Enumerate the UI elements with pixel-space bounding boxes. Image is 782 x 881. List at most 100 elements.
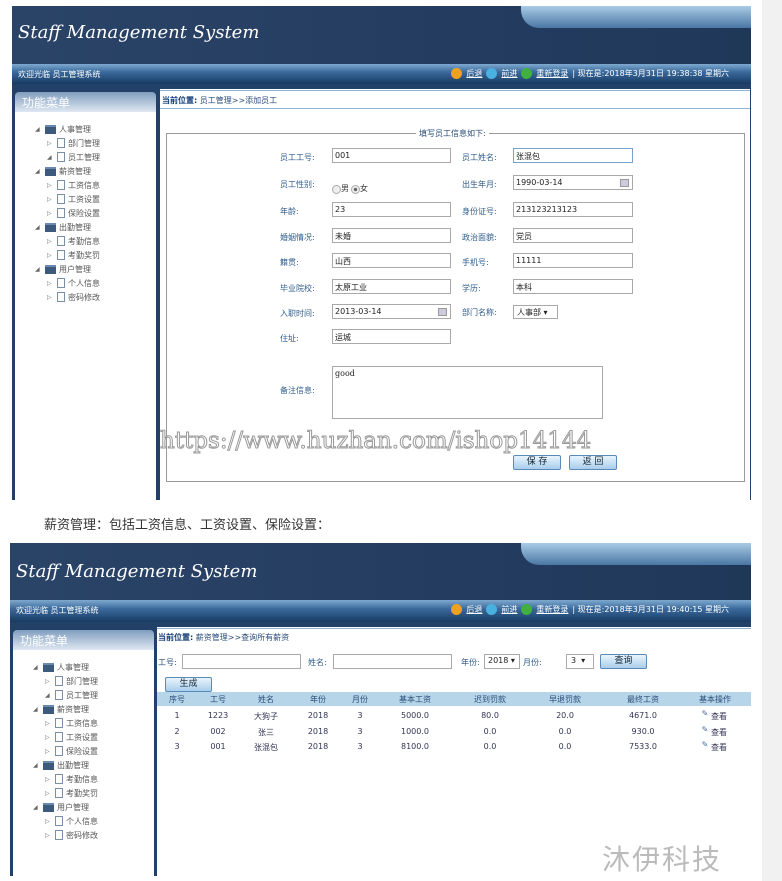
sidebar-item-6[interactable]: ▷ 保险设置 xyxy=(13,744,154,758)
query-button[interactable]: 查询 xyxy=(600,654,647,669)
expanded-arrow-icon[interactable]: ◢ xyxy=(35,168,45,175)
sidebar-item-7[interactable]: ◢ 出勤管理 xyxy=(15,220,156,234)
save-button[interactable]: 保 存 xyxy=(513,455,561,470)
addr-input[interactable]: 运城 xyxy=(332,329,451,344)
view-link[interactable]: 查看 xyxy=(711,727,727,738)
collapsed-arrow-icon[interactable]: ▷ xyxy=(47,252,57,259)
sidebar-item-12[interactable]: ▷ 密码修改 xyxy=(13,828,154,842)
file-icon xyxy=(57,236,65,246)
filter-no-input[interactable] xyxy=(182,654,301,669)
collapsed-arrow-icon[interactable]: ▷ xyxy=(45,720,55,727)
year-select[interactable]: 2018 ▾ xyxy=(484,654,520,669)
month-select-value: 3 xyxy=(571,656,577,665)
birth-input[interactable]: 1990-03-14 xyxy=(513,175,633,190)
expanded-arrow-icon[interactable]: ◢ xyxy=(33,664,43,671)
back-link[interactable]: 后退 xyxy=(466,604,482,615)
sidebar-item-3[interactable]: ◢ 薪资管理 xyxy=(13,702,154,716)
column-header: 姓名 xyxy=(258,695,274,704)
page-scrollbar[interactable] xyxy=(762,0,782,881)
sidebar-item-8[interactable]: ▷ 考勤信息 xyxy=(15,234,156,248)
sidebar-item-5[interactable]: ▷ 工资设置 xyxy=(15,192,156,206)
back-link[interactable]: 后退 xyxy=(466,68,482,79)
sidebar-item-0[interactable]: ◢ 人事管理 xyxy=(13,660,154,674)
sidebar-item-2[interactable]: ◢ 员工管理 xyxy=(15,150,156,164)
collapsed-arrow-icon[interactable]: ▷ xyxy=(47,182,57,189)
expanded-arrow-icon[interactable]: ◢ xyxy=(35,266,45,273)
sidebar-item-4[interactable]: ▷ 工资信息 xyxy=(13,716,154,730)
filter-name-input[interactable] xyxy=(333,654,452,669)
sidebar-item-0[interactable]: ◢ 人事管理 xyxy=(15,122,156,136)
edu-input[interactable]: 本科 xyxy=(513,279,633,294)
pencil-icon[interactable]: ✎ xyxy=(702,740,709,749)
collapsed-arrow-icon[interactable]: ▷ xyxy=(47,238,57,245)
sidebar-item-9[interactable]: ▷ 考勤奖罚 xyxy=(15,248,156,262)
collapsed-arrow-icon[interactable]: ▷ xyxy=(45,678,55,685)
collapsed-arrow-icon[interactable]: ▷ xyxy=(45,776,55,783)
calendar-icon[interactable] xyxy=(620,179,629,187)
collapsed-arrow-icon[interactable]: ▷ xyxy=(45,818,55,825)
gender-male-radio[interactable] xyxy=(332,185,341,194)
collapsed-arrow-icon[interactable]: ▷ xyxy=(47,196,57,203)
collapsed-arrow-icon[interactable]: ▷ xyxy=(47,210,57,217)
remark-textarea[interactable]: good xyxy=(332,366,603,419)
month-select[interactable]: 3 ▾ xyxy=(566,654,594,669)
sidebar-item-8[interactable]: ▷ 考勤信息 xyxy=(13,772,154,786)
sidebar-item-7[interactable]: ◢ 出勤管理 xyxy=(13,758,154,772)
view-link[interactable]: 查看 xyxy=(711,711,727,722)
school-input[interactable]: 太原工业 xyxy=(332,279,451,294)
politics-input[interactable]: 党员 xyxy=(513,228,633,243)
sidebar-item-1[interactable]: ▷ 部门管理 xyxy=(13,674,154,688)
expanded-arrow-icon[interactable]: ◢ xyxy=(35,126,45,133)
sidebar-item-5[interactable]: ▷ 工资设置 xyxy=(13,730,154,744)
id_no-input[interactable]: 213123213123 xyxy=(513,202,633,217)
generate-button[interactable]: 生成 xyxy=(165,677,212,692)
collapsed-arrow-icon[interactable]: ▷ xyxy=(45,734,55,741)
expanded-arrow-icon[interactable]: ◢ xyxy=(33,706,43,713)
sidebar-item-10[interactable]: ◢ 用户管理 xyxy=(13,800,154,814)
forward-link[interactable]: 前进 xyxy=(501,604,517,615)
sidebar-item-11[interactable]: ▷ 个人信息 xyxy=(13,814,154,828)
sidebar-item-label: 员工管理 xyxy=(66,690,98,700)
gender-female-radio[interactable] xyxy=(351,185,360,194)
dept-select[interactable]: 人事部 ▾ xyxy=(513,305,558,319)
view-link[interactable]: 查看 xyxy=(711,742,727,753)
age-input[interactable]: 23 xyxy=(332,202,451,217)
emp_name-input[interactable]: 张混包 xyxy=(513,148,633,163)
pencil-icon[interactable]: ✎ xyxy=(702,709,709,718)
forward-link[interactable]: 前进 xyxy=(501,68,517,79)
expanded-arrow-icon[interactable]: ◢ xyxy=(35,224,45,231)
expanded-arrow-icon[interactable]: ◢ xyxy=(33,804,43,811)
hire-input[interactable]: 2013-03-14 xyxy=(332,304,451,319)
collapsed-arrow-icon[interactable]: ▷ xyxy=(47,294,57,301)
sidebar-item-2[interactable]: ◢ 员工管理 xyxy=(13,688,154,702)
sidebar-item-6[interactable]: ▷ 保险设置 xyxy=(15,206,156,220)
sidebar-item-9[interactable]: ▷ 考勤奖罚 xyxy=(13,786,154,800)
expanded-arrow-icon[interactable]: ◢ xyxy=(33,762,43,769)
expanded-arrow-icon[interactable]: ◢ xyxy=(45,692,55,699)
sidebar-item-label: 薪资管理 xyxy=(59,166,91,176)
native-input[interactable]: 山西 xyxy=(332,253,451,268)
sidebar-item-1[interactable]: ▷ 部门管理 xyxy=(15,136,156,150)
collapsed-arrow-icon[interactable]: ▷ xyxy=(47,140,57,147)
marriage-input[interactable]: 未婚 xyxy=(332,228,451,243)
relogin-link[interactable]: 重新登录 xyxy=(536,68,568,79)
sidebar-item-11[interactable]: ▷ 个人信息 xyxy=(15,276,156,290)
sidebar-item-10[interactable]: ◢ 用户管理 xyxy=(15,262,156,276)
folder-icon xyxy=(45,166,56,176)
calendar-icon[interactable] xyxy=(438,308,447,316)
relogin-link[interactable]: 重新登录 xyxy=(536,604,568,615)
emp_no-input[interactable]: 001 xyxy=(332,148,451,163)
expanded-arrow-icon[interactable]: ◢ xyxy=(47,154,57,161)
sidebar-item-4[interactable]: ▷ 工资信息 xyxy=(15,178,156,192)
back-button[interactable]: 返 回 xyxy=(569,455,617,470)
sidebar-item-3[interactable]: ◢ 薪资管理 xyxy=(15,164,156,178)
collapsed-arrow-icon[interactable]: ▷ xyxy=(45,832,55,839)
sidebar-item-12[interactable]: ▷ 密码修改 xyxy=(15,290,156,304)
menu-tree: ◢ 人事管理 ▷ 部门管理 ◢ 员工管理 ◢ 薪资管理 ▷ 工资信息 ▷ 工资设置 ▷ 保险设置 ◢ 出勤管理… xyxy=(13,650,154,876)
collapsed-arrow-icon[interactable]: ▷ xyxy=(45,748,55,755)
pencil-icon[interactable]: ✎ xyxy=(702,725,709,734)
collapsed-arrow-icon[interactable]: ▷ xyxy=(45,790,55,797)
phone-input[interactable]: 11111 xyxy=(513,253,633,268)
collapsed-arrow-icon[interactable]: ▷ xyxy=(47,280,57,287)
sidebar-item-label: 薪资管理 xyxy=(57,704,89,714)
